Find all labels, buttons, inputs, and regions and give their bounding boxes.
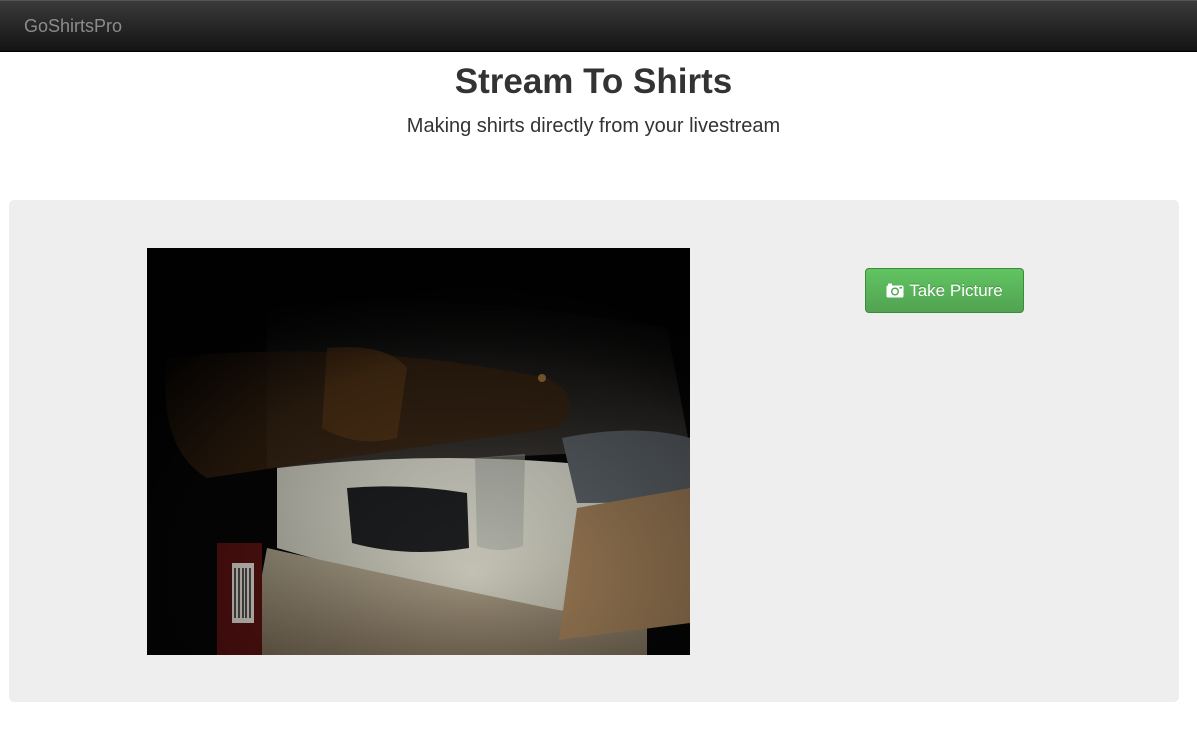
page-title: Stream To Shirts <box>454 62 733 101</box>
take-picture-label: Take Picture <box>909 280 1003 300</box>
livestream-video <box>147 248 690 655</box>
camera-icon <box>886 283 904 298</box>
take-picture-button[interactable]: Take Picture <box>865 268 1024 313</box>
page-subtitle: Making shirts directly from your livestr… <box>406 115 781 137</box>
capture-panel: Take Picture <box>9 200 1179 702</box>
navbar: GoShirtsPro <box>0 0 1197 52</box>
brand-link[interactable]: GoShirtsPro <box>24 16 122 37</box>
livestream-frame-image <box>147 248 690 655</box>
